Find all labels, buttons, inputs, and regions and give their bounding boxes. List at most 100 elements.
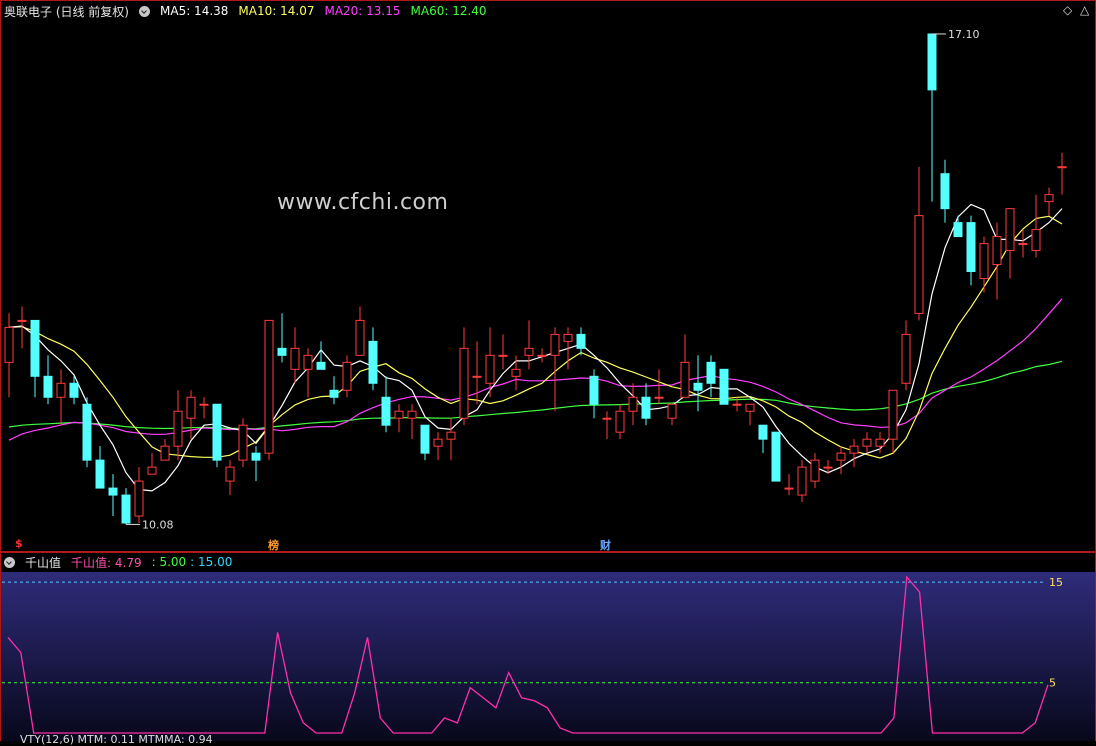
indicator-dropdown-icon[interactable]: [4, 556, 15, 568]
candle: [290, 327, 300, 384]
candle-body: [615, 410, 625, 433]
candle-body: [810, 459, 820, 482]
candle: [654, 369, 664, 405]
event-mark-cai[interactable]: 财: [600, 537, 611, 553]
event-mark-s[interactable]: $: [15, 537, 23, 550]
candle: [277, 313, 287, 363]
candle: [355, 306, 365, 356]
indicator-value: 千山值: 4.79: [71, 555, 142, 570]
candle-body: [290, 347, 300, 370]
candle-body: [30, 319, 40, 377]
candle-body: [199, 403, 209, 406]
candle: [147, 453, 157, 475]
candle-body: [537, 354, 547, 357]
candle: [706, 355, 716, 398]
candle: [576, 327, 586, 356]
candle: [30, 319, 40, 398]
ma5-label: MA5: 14.38: [160, 4, 229, 18]
candle: [927, 33, 937, 202]
candle-body: [459, 347, 469, 419]
candle-body: [940, 173, 950, 210]
ma20-label: MA20: 13.15: [324, 4, 401, 18]
candle: [628, 383, 638, 426]
candle: [4, 313, 14, 398]
candle: [134, 467, 144, 524]
candle-body: [251, 452, 261, 461]
candle: [95, 446, 105, 489]
candle-body: [186, 396, 196, 419]
candle: [901, 320, 911, 391]
candle: [251, 446, 261, 482]
candle: [953, 215, 963, 238]
triangle-icon[interactable]: △: [1080, 4, 1089, 16]
candle-body: [849, 445, 859, 454]
dropdown-icon[interactable]: [139, 5, 150, 17]
ma60-label: MA60: 12.40: [410, 4, 487, 18]
indicator-name: 千山值: [25, 555, 62, 570]
candle-body: [836, 452, 846, 461]
high-label-text: 17.10: [948, 28, 980, 41]
candle: [849, 439, 859, 468]
candle-body: [498, 354, 508, 357]
candle-body: [446, 431, 456, 440]
candle-body: [654, 396, 664, 399]
candle-body: [758, 424, 768, 440]
ma10-label: MA10: 14.07: [238, 4, 315, 18]
level-tick-5: 5: [1049, 677, 1056, 690]
candle-body: [433, 438, 443, 447]
event-mark-bang[interactable]: 榜: [268, 537, 279, 553]
candle-body: [160, 445, 170, 461]
candle: [56, 369, 66, 426]
candle-body: [576, 333, 586, 349]
candle: [238, 418, 248, 468]
level-tick-15: 15: [1049, 576, 1063, 589]
candlesticks: [4, 33, 1067, 525]
candle: [784, 474, 794, 496]
candle-body: [316, 361, 326, 370]
candle: [537, 348, 547, 363]
candle-body: [212, 403, 222, 461]
candle: [758, 424, 768, 454]
candle: [43, 355, 53, 405]
candle: [615, 404, 625, 440]
low-label-text: 10.08: [142, 518, 174, 531]
candle: [368, 327, 378, 391]
candle-body: [680, 361, 690, 398]
candle: [810, 453, 820, 489]
candle: [641, 383, 651, 426]
low-label: 10.08: [126, 518, 174, 531]
candle: [1031, 194, 1041, 258]
candle-body: [303, 354, 313, 370]
candle-body: [524, 347, 534, 356]
main-legend: 奥联电子 (日线 前复权) MA5: 14.38 MA10: 14.07 MA2…: [4, 2, 497, 20]
candle-body: [719, 368, 729, 405]
candle-body: [56, 382, 66, 398]
candle: [472, 341, 482, 405]
candle-body: [706, 361, 716, 384]
indicator-level-high: : 15.00: [190, 555, 233, 569]
watermark: www.cfchi.com: [277, 190, 449, 215]
candle: [316, 341, 326, 370]
candle-body: [1005, 208, 1015, 252]
candle: [82, 397, 92, 468]
candle: [1044, 187, 1054, 216]
candle-body: [1044, 194, 1054, 203]
candle: [394, 404, 404, 433]
candle-body: [992, 236, 1002, 266]
candle: [160, 439, 170, 461]
candle-body: [511, 368, 521, 377]
candle-body: [355, 319, 365, 356]
candle-body: [693, 382, 703, 391]
candle: [862, 432, 872, 454]
diamond-icon[interactable]: ◇: [1063, 4, 1072, 16]
candle: [667, 403, 677, 426]
candle: [1018, 229, 1028, 258]
candle: [381, 376, 391, 433]
candle-body: [225, 466, 235, 482]
candle: [121, 488, 131, 525]
candle-body: [823, 466, 833, 469]
candle: [602, 411, 612, 440]
candle-body: [264, 319, 274, 454]
candle-body: [1057, 166, 1067, 169]
candle-body: [485, 354, 495, 384]
